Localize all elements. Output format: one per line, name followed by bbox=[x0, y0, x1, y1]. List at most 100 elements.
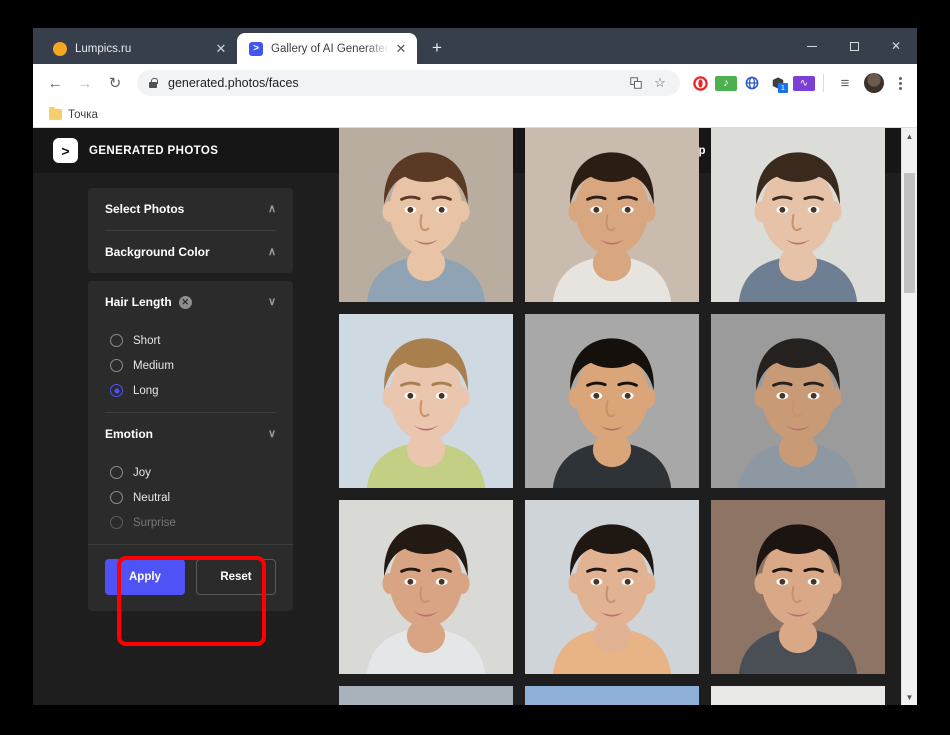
maximize-button[interactable] bbox=[833, 28, 875, 64]
radio-label: Joy bbox=[133, 466, 151, 479]
photo-tile[interactable] bbox=[339, 500, 513, 674]
bookmark-tochka[interactable]: Точка bbox=[43, 107, 104, 123]
photo-tile[interactable] bbox=[711, 314, 885, 488]
radio-option-joy[interactable]: Joy bbox=[110, 460, 276, 485]
page-viewport: > GENERATED PHOTOS FAQ Press Terms Partn… bbox=[33, 128, 917, 705]
radio-icon-disabled bbox=[110, 516, 123, 529]
photo-tile[interactable] bbox=[711, 686, 885, 705]
chevron-up-icon[interactable]: ∧ bbox=[268, 203, 276, 215]
filter-title: Hair Length bbox=[105, 295, 172, 309]
filter-header[interactable]: Emotion ∨ bbox=[105, 413, 276, 455]
tab-title: Lumpics.ru bbox=[75, 42, 132, 55]
radio-label: Medium bbox=[133, 359, 174, 372]
avatar[interactable] bbox=[864, 73, 884, 93]
face-photo bbox=[711, 314, 885, 488]
face-photo bbox=[339, 128, 513, 302]
face-photo bbox=[711, 128, 885, 302]
radio-icon-selected[interactable] bbox=[110, 384, 123, 397]
photo-tile[interactable] bbox=[525, 686, 699, 705]
browser-tab-generated-photos[interactable]: > Gallery of AI Generated Faces | G ✕ bbox=[237, 33, 417, 64]
filter-header[interactable]: Hair Length ✕ ∨ bbox=[105, 281, 276, 323]
photo-tile[interactable] bbox=[525, 314, 699, 488]
radio-option-short[interactable]: Short bbox=[110, 328, 276, 353]
address-bar[interactable]: generated.photos/faces ☆ bbox=[137, 70, 680, 96]
bookmark-star-icon[interactable]: ☆ bbox=[650, 73, 670, 93]
browser-tab-lumpics[interactable]: Lumpics.ru ✕ bbox=[41, 33, 237, 64]
close-icon[interactable]: ✕ bbox=[213, 41, 229, 57]
photo-tile[interactable] bbox=[711, 500, 885, 674]
photo-tile[interactable] bbox=[711, 128, 885, 302]
face-photo bbox=[525, 686, 699, 705]
opera-extension-icon[interactable] bbox=[689, 72, 711, 94]
reset-button[interactable]: Reset bbox=[195, 559, 276, 595]
filter-sidebar: Select Photos ∧ Background Color ∧ Hair … bbox=[88, 188, 293, 611]
box-extension-icon[interactable]: 1 bbox=[767, 72, 789, 94]
purple-extension-icon[interactable]: ∿ bbox=[793, 75, 815, 91]
chevron-up-icon[interactable]: ∧ bbox=[268, 246, 276, 258]
emotion-options: Joy Neutral Surprise bbox=[105, 455, 276, 544]
radio-label: Long bbox=[133, 384, 159, 397]
face-photo bbox=[525, 314, 699, 488]
back-button[interactable]: ← bbox=[41, 69, 69, 97]
filter-card-top: Select Photos ∧ Background Color ∧ bbox=[88, 188, 293, 273]
folder-icon bbox=[49, 107, 62, 120]
scrollbar-thumb[interactable] bbox=[904, 173, 915, 293]
reload-button[interactable]: ↻ bbox=[101, 69, 129, 97]
radio-option-neutral[interactable]: Neutral bbox=[110, 485, 276, 510]
orange-dot-icon bbox=[53, 41, 67, 56]
chevron-logo-icon: > bbox=[53, 138, 78, 163]
face-photo bbox=[711, 500, 885, 674]
music-extension-icon[interactable]: ♪ bbox=[715, 75, 737, 91]
bookmark-label: Точка bbox=[68, 108, 98, 121]
window-controls: ✕ bbox=[791, 28, 917, 64]
photo-tile[interactable] bbox=[525, 128, 699, 302]
face-photo bbox=[525, 500, 699, 674]
filter-card-main: Hair Length ✕ ∨ Short Medium Long Emotio… bbox=[88, 281, 293, 611]
radio-label: Short bbox=[133, 334, 161, 347]
browser-window: Lumpics.ru ✕ > Gallery of AI Generated F… bbox=[33, 28, 917, 705]
browser-toolbar: ← → ↻ generated.photos/faces ☆ ♪ 1 ∿ ≡ bbox=[33, 64, 917, 102]
face-photo bbox=[339, 500, 513, 674]
url-text: generated.photos/faces bbox=[168, 76, 299, 90]
chevron-down-icon[interactable]: ∨ bbox=[268, 428, 276, 440]
new-tab-button[interactable]: + bbox=[423, 34, 451, 62]
photo-tile[interactable] bbox=[339, 686, 513, 705]
radio-option-long[interactable]: Long bbox=[110, 378, 276, 403]
translate-icon[interactable] bbox=[626, 73, 646, 93]
clear-filter-icon[interactable]: ✕ bbox=[178, 295, 192, 309]
face-photo bbox=[339, 314, 513, 488]
site-logo[interactable]: > GENERATED PHOTOS bbox=[53, 138, 218, 163]
filter-section-background-color[interactable]: Background Color ∧ bbox=[88, 231, 293, 273]
scroll-up-arrow-icon[interactable]: ▲ bbox=[902, 128, 917, 144]
photo-tile[interactable] bbox=[525, 500, 699, 674]
face-photo bbox=[339, 686, 513, 705]
chevron-down-icon[interactable]: ∨ bbox=[268, 296, 276, 308]
radio-icon[interactable] bbox=[110, 334, 123, 347]
photo-grid bbox=[339, 128, 885, 705]
radio-option-surprise: Surprise bbox=[110, 510, 276, 535]
forward-button[interactable]: → bbox=[71, 69, 99, 97]
globe-extension-icon[interactable] bbox=[741, 72, 763, 94]
photo-tile[interactable] bbox=[339, 128, 513, 302]
face-photo bbox=[525, 128, 699, 302]
apply-button[interactable]: Apply bbox=[105, 559, 185, 595]
close-icon[interactable]: ✕ bbox=[393, 41, 409, 57]
menu-dots-icon[interactable] bbox=[889, 71, 911, 95]
close-window-button[interactable]: ✕ bbox=[875, 28, 917, 64]
radio-option-medium[interactable]: Medium bbox=[110, 353, 276, 378]
lock-icon bbox=[147, 77, 159, 89]
filter-title: Emotion bbox=[105, 427, 153, 441]
radio-icon[interactable] bbox=[110, 466, 123, 479]
page-scrollbar[interactable]: ▲ ▼ bbox=[901, 128, 917, 705]
filter-section-select-photos[interactable]: Select Photos ∧ bbox=[88, 188, 293, 231]
face-photo bbox=[711, 686, 885, 705]
minimize-button[interactable] bbox=[791, 28, 833, 64]
radio-icon[interactable] bbox=[110, 359, 123, 372]
tab-bar: Lumpics.ru ✕ > Gallery of AI Generated F… bbox=[33, 28, 917, 64]
filter-header[interactable]: Background Color ∧ bbox=[105, 231, 276, 273]
filter-header[interactable]: Select Photos ∧ bbox=[105, 188, 276, 230]
radio-icon[interactable] bbox=[110, 491, 123, 504]
photo-tile[interactable] bbox=[339, 314, 513, 488]
reading-list-icon[interactable]: ≡ bbox=[831, 69, 859, 97]
scroll-down-arrow-icon[interactable]: ▼ bbox=[902, 689, 917, 705]
